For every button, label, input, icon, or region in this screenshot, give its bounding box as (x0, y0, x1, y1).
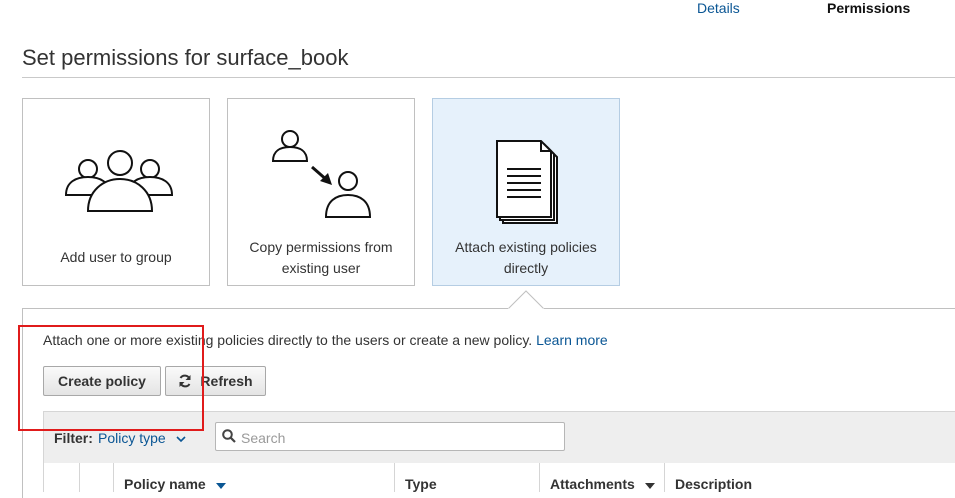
refresh-label: Refresh (200, 373, 253, 389)
add-user-to-group-option[interactable]: Add user to group (22, 98, 210, 286)
attach-policies-label: Attach existing policies directly (455, 239, 597, 276)
selection-pointer (508, 290, 544, 310)
column-divider (539, 463, 540, 492)
sort-desc-icon (215, 483, 226, 489)
policy-document-icon (496, 140, 558, 224)
learn-more-link[interactable]: Learn more (536, 332, 608, 348)
attach-policies-option[interactable]: Attach existing policies directly (432, 98, 620, 286)
copy-permissions-option[interactable]: Copy permissions from existing user (227, 98, 415, 286)
annotation-highlight-box (18, 325, 204, 431)
column-divider (79, 463, 80, 492)
copy-permissions-label: Copy permissions from existing user (249, 239, 393, 276)
chevron-down-icon (176, 436, 186, 443)
column-attachments[interactable]: Attachments (550, 476, 655, 492)
column-type[interactable]: Type (405, 476, 437, 492)
step-permissions: Permissions (827, 0, 911, 16)
column-divider (664, 463, 665, 492)
add-user-to-group-label: Add user to group (60, 249, 172, 265)
column-divider (394, 463, 395, 492)
page-title: Set permissions for surface_book (22, 45, 349, 70)
step-details-link[interactable]: Details (697, 0, 740, 16)
divider (22, 77, 955, 78)
search-placeholder: Search (241, 430, 286, 446)
sort-icon (644, 483, 655, 489)
column-policy-name[interactable]: Policy name (124, 476, 226, 492)
column-divider (113, 463, 114, 492)
search-icon (222, 429, 236, 443)
filter-label: Filter: (54, 430, 93, 446)
policy-type-filter-dropdown[interactable]: Policy type (98, 430, 186, 446)
column-description[interactable]: Description (675, 476, 752, 492)
group-users-icon (64, 150, 174, 212)
copy-user-icon (271, 130, 372, 218)
